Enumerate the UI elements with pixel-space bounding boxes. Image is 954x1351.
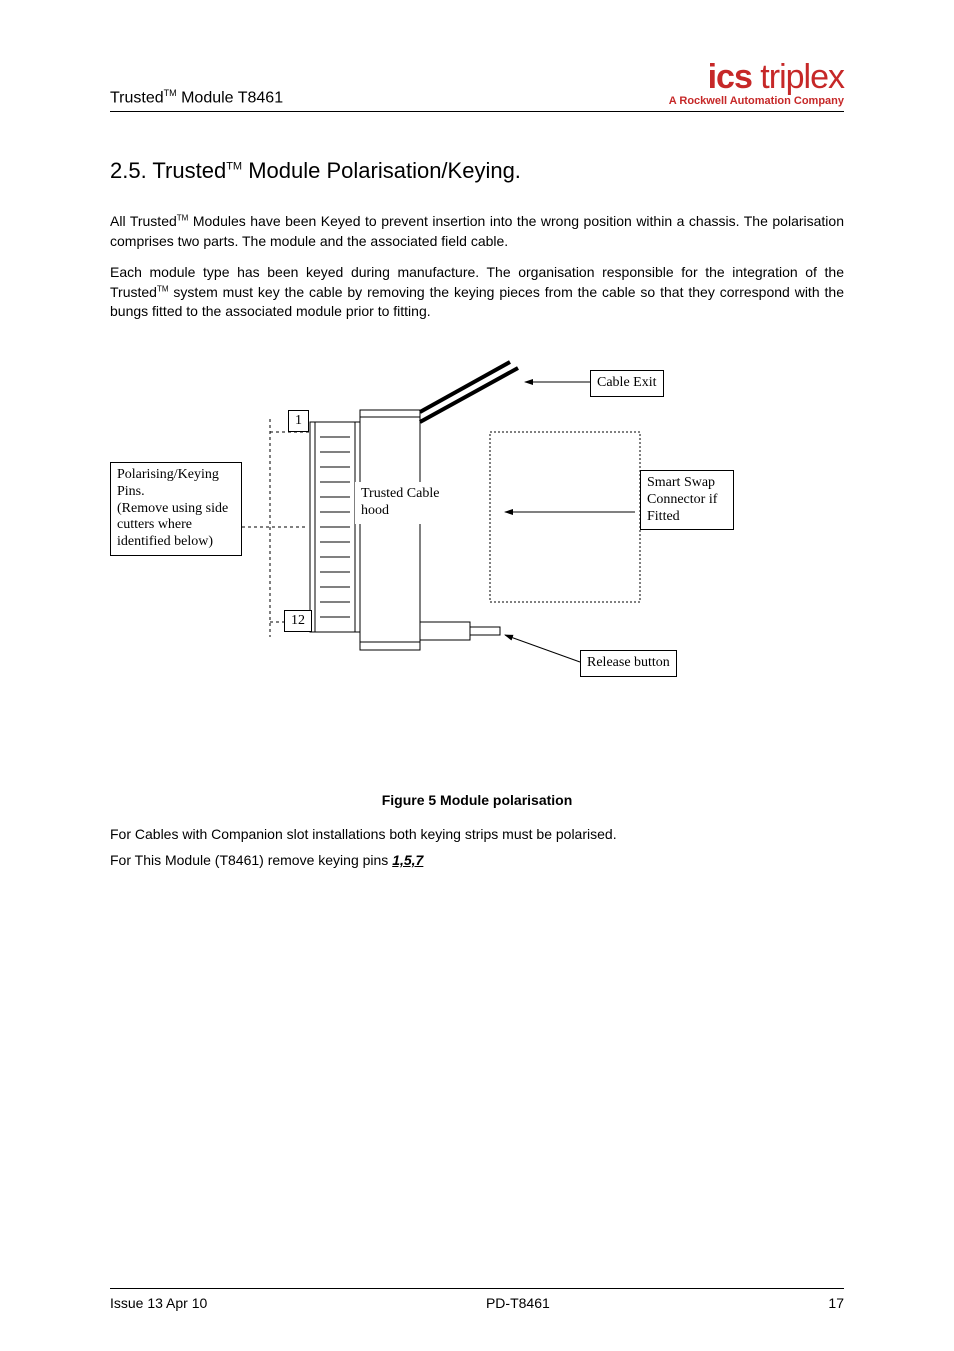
- header-tm: TM: [164, 88, 177, 98]
- label-smart-swap: Smart Swap Connector if Fitted: [640, 470, 734, 530]
- header-prefix: Trusted: [110, 89, 164, 106]
- diagram: 1 12 Polarising/Keying Pins. (Remove usi…: [110, 352, 844, 732]
- paragraph-1: All TrustedTM Modules have been Keyed to…: [110, 212, 844, 251]
- logo-ics: ics: [708, 58, 752, 96]
- section-suffix: Module Polarisation/Keying.: [242, 158, 521, 183]
- page: TrustedTM Module T8461 ics triplex A Roc…: [0, 0, 954, 1351]
- logo-subtitle: A Rockwell Automation Company: [669, 96, 844, 107]
- footer-pagenum: 17: [828, 1295, 844, 1311]
- logo-text: ics triplex: [669, 60, 844, 94]
- figure-caption: Figure 5 Module polarisation: [110, 792, 844, 808]
- section-prefix: Trusted: [152, 158, 226, 183]
- p1a: All Trusted: [110, 213, 177, 229]
- p1tm: TM: [177, 213, 189, 222]
- logo-triplex: triplex: [752, 58, 844, 96]
- footer-docid: PD-T8461: [486, 1295, 550, 1311]
- label-cable-hood: Trusted Cable hood: [355, 482, 457, 524]
- section-num: 2.5.: [110, 158, 152, 183]
- pins-to-remove: 1,5,7: [392, 852, 423, 868]
- page-header: TrustedTM Module T8461 ics triplex A Roc…: [110, 60, 844, 112]
- note-remove-pins-text: For This Module (T8461) remove keying pi…: [110, 852, 392, 868]
- pin-number-top: 1: [288, 410, 309, 432]
- footer-issue: Issue 13 Apr 10: [110, 1295, 207, 1311]
- label-cable-exit: Cable Exit: [590, 370, 664, 397]
- section-tm: TM: [226, 161, 242, 173]
- section-heading: 2.5. TrustedTM Module Polarisation/Keyin…: [110, 158, 844, 184]
- p1b: Modules have been Keyed to prevent inser…: [110, 213, 844, 249]
- pin-number-bottom: 12: [284, 610, 312, 632]
- note-companion: For Cables with Companion slot installat…: [110, 826, 844, 842]
- label-keying-pins: Polarising/Keying Pins. (Remove using si…: [110, 462, 242, 556]
- logo: ics triplex A Rockwell Automation Compan…: [669, 60, 844, 107]
- p2b: system must key the cable by removing th…: [110, 284, 844, 320]
- header-suffix: Module T8461: [177, 89, 283, 106]
- label-release-button: Release button: [580, 650, 677, 677]
- paragraph-2: Each module type has been keyed during m…: [110, 263, 844, 322]
- note-remove-pins: For This Module (T8461) remove keying pi…: [110, 852, 844, 868]
- p2tm: TM: [157, 284, 169, 293]
- page-footer: Issue 13 Apr 10 PD-T8461 17: [110, 1288, 844, 1311]
- header-title: TrustedTM Module T8461: [110, 88, 283, 107]
